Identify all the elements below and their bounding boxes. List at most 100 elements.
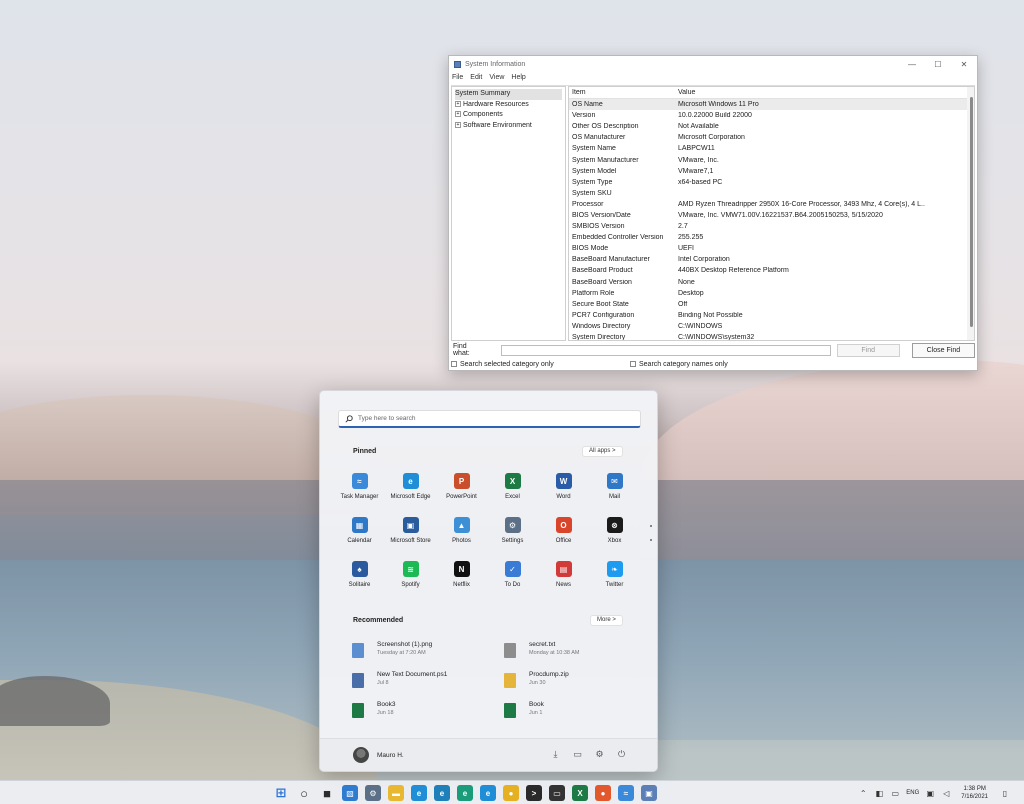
taskbar-edge-icon[interactable]: e (411, 785, 427, 801)
window-titlebar[interactable]: System Information — ☐ ✕ (449, 56, 977, 72)
table-row[interactable]: Other OS Description Not Available (569, 121, 974, 132)
pinned-app-twitter[interactable]: ❧ Twitter (589, 559, 640, 603)
table-row[interactable]: OS Name Microsoft Windows 11 Pro (569, 99, 974, 111)
downloads-icon[interactable]: ⤓ (550, 749, 561, 760)
expand-icon[interactable]: + (455, 121, 461, 128)
taskbar-edge-dev-icon[interactable]: e (457, 785, 473, 801)
table-row[interactable]: BaseBoard Version None (569, 277, 974, 288)
taskbar-settings-icon[interactable]: ⚙ (365, 785, 381, 801)
maximize-button[interactable]: ☐ (925, 60, 951, 69)
table-row[interactable]: System SKU (569, 188, 974, 199)
table-row[interactable]: Platform Role Desktop (569, 288, 974, 299)
tree-item-software-environment[interactable]: + Software Environment (455, 121, 562, 132)
table-row[interactable]: OS Manufacturer Microsoft Corporation (569, 132, 974, 143)
table-row[interactable]: System Model VMware7,1 (569, 166, 974, 177)
taskbar-start-icon[interactable]: ⊞ (273, 785, 289, 801)
pinned-app-microsoft-edge[interactable]: e Microsoft Edge (385, 471, 436, 515)
search-names-checkbox[interactable] (630, 361, 636, 367)
pinned-app-microsoft-store[interactable]: ▣ Microsoft Store (385, 515, 436, 559)
minimize-button[interactable]: — (899, 60, 925, 69)
action-center-icon[interactable]: ▯ (1000, 789, 1010, 798)
table-row[interactable]: BaseBoard Product 440BX Desktop Reference… (569, 265, 974, 276)
category-tree[interactable]: System Summary + Hardware Resources + Comp… (451, 86, 566, 341)
pinned-app-netflix[interactable]: N Netflix (436, 559, 487, 603)
table-row[interactable]: PCR7 Configuration Binding Not Possible (569, 310, 974, 321)
recommended-item[interactable]: Procdump.zip Jun 30 (504, 671, 652, 701)
pinned-app-office[interactable]: O Office (538, 515, 589, 559)
system-information-window[interactable]: System Information — ☐ ✕ File Edit View … (448, 55, 978, 371)
chevron-up-icon[interactable]: ⌃ (858, 789, 868, 798)
pinned-app-settings[interactable]: ⚙ Settings (487, 515, 538, 559)
pinned-app-calendar[interactable]: ▦ Calendar (334, 515, 385, 559)
pinned-app-spotify[interactable]: ≋ Spotify (385, 559, 436, 603)
taskbar-edge-beta-icon[interactable]: e (434, 785, 450, 801)
volume-icon[interactable]: ◁ (941, 789, 951, 798)
taskbar-chrome-icon[interactable]: ● (503, 785, 519, 801)
start-search-box[interactable]: Type here to search (338, 410, 641, 428)
table-row[interactable]: Embedded Controller Version 255.255 (569, 232, 974, 243)
table-row[interactable]: BaseBoard Manufacturer Intel Corporation (569, 254, 974, 265)
taskbar-system-info-icon[interactable]: ▣ (641, 785, 657, 801)
taskbar-search-icon[interactable]: ○ (296, 785, 312, 801)
language-indicator[interactable]: ENG (906, 790, 919, 796)
menu-file[interactable]: File (452, 74, 463, 81)
pinned-app-mail[interactable]: ✉ Mail (589, 471, 640, 515)
expand-icon[interactable]: + (455, 100, 461, 107)
network-icon[interactable]: ▭ (890, 789, 900, 798)
page-indicator[interactable] (649, 525, 652, 541)
taskbar-console-icon[interactable]: ▭ (549, 785, 565, 801)
taskbar-excel-icon[interactable]: X (572, 785, 588, 801)
pinned-app-powerpoint[interactable]: P PowerPoint (436, 471, 487, 515)
table-row[interactable]: Processor AMD Ryzen Threadripper 2950X 16… (569, 199, 974, 210)
pinned-app-solitaire[interactable]: ♠ Solitaire (334, 559, 385, 603)
table-row[interactable]: Version 10.0.22000 Build 22000 (569, 110, 974, 121)
table-row[interactable]: Windows Directory C:\WINDOWS (569, 321, 974, 332)
menu-edit[interactable]: Edit (470, 74, 482, 81)
taskbar-task-manager-icon[interactable]: ≈ (618, 785, 634, 801)
scrollbar-thumb[interactable] (970, 97, 973, 327)
taskbar-edge-canary-icon[interactable]: e (480, 785, 496, 801)
menu-view[interactable]: View (489, 74, 504, 81)
close-button[interactable]: ✕ (951, 60, 977, 69)
taskbar-file-explorer-icon[interactable]: ▬ (388, 785, 404, 801)
taskbar-widgets-icon[interactable]: ▧ (342, 785, 358, 801)
table-row[interactable]: Secure Boot State Off (569, 299, 974, 310)
pinned-app-word[interactable]: W Word (538, 471, 589, 515)
recommended-item[interactable]: Screenshot (1).png Tuesday at 7:20 AM (352, 641, 504, 671)
recommended-item[interactable]: Book Jun 1 (504, 701, 652, 731)
details-list[interactable]: Item Value OS Name Microsoft Windows 11 P… (568, 86, 975, 341)
network-status-icon[interactable]: ▣ (925, 789, 935, 798)
folder-icon[interactable]: ▭ (572, 749, 583, 760)
table-row[interactable]: SMBIOS Version 2.7 (569, 221, 974, 232)
clock[interactable]: 1:38 PM 7/16/2021 (961, 785, 988, 801)
recommended-item[interactable]: secret.txt Monday at 10:38 AM (504, 641, 652, 671)
vertical-scrollbar[interactable] (967, 87, 974, 340)
table-row[interactable]: System Name LABPCW11 (569, 143, 974, 154)
table-row[interactable]: System Directory C:\WINDOWS\system32 (569, 332, 974, 340)
find-input[interactable] (500, 344, 831, 356)
table-row[interactable]: BIOS Mode UEFI (569, 243, 974, 254)
pinned-app-xbox[interactable]: ⊗ Xbox (589, 515, 640, 559)
pinned-app-excel[interactable]: X Excel (487, 471, 538, 515)
tree-item-components[interactable]: + Components (455, 110, 562, 121)
taskbar-task-view-icon[interactable]: ■ (319, 785, 335, 801)
search-selected-checkbox[interactable] (451, 361, 457, 367)
column-header-item[interactable]: Item (569, 89, 675, 96)
table-row[interactable]: System Type x64-based PC (569, 177, 974, 188)
power-icon[interactable]: ⏻ (616, 749, 627, 760)
recommended-item[interactable]: Book3 Jun 18 (352, 701, 504, 731)
settings-icon[interactable]: ⚙ (594, 749, 605, 760)
pinned-app-task-manager[interactable]: ≈ Task Manager (334, 471, 385, 515)
menu-help[interactable]: Help (511, 74, 525, 81)
table-row[interactable]: System Manufacturer VMware, Inc. (569, 154, 974, 165)
close-find-button[interactable]: Close Find (911, 342, 975, 358)
user-name[interactable]: Mauro H. (377, 752, 404, 759)
avatar[interactable] (353, 747, 369, 763)
all-apps-button[interactable]: All apps > (582, 446, 623, 457)
table-row[interactable]: BIOS Version/Date VMware, Inc. VMW71.00V.… (569, 210, 974, 221)
find-button[interactable]: Find (836, 343, 900, 357)
tree-item-hardware-resources[interactable]: + Hardware Resources (455, 100, 562, 111)
expand-icon[interactable]: + (455, 111, 461, 118)
notification-icon[interactable]: ◧ (874, 789, 884, 798)
pinned-app-news[interactable]: ▤ News (538, 559, 589, 603)
